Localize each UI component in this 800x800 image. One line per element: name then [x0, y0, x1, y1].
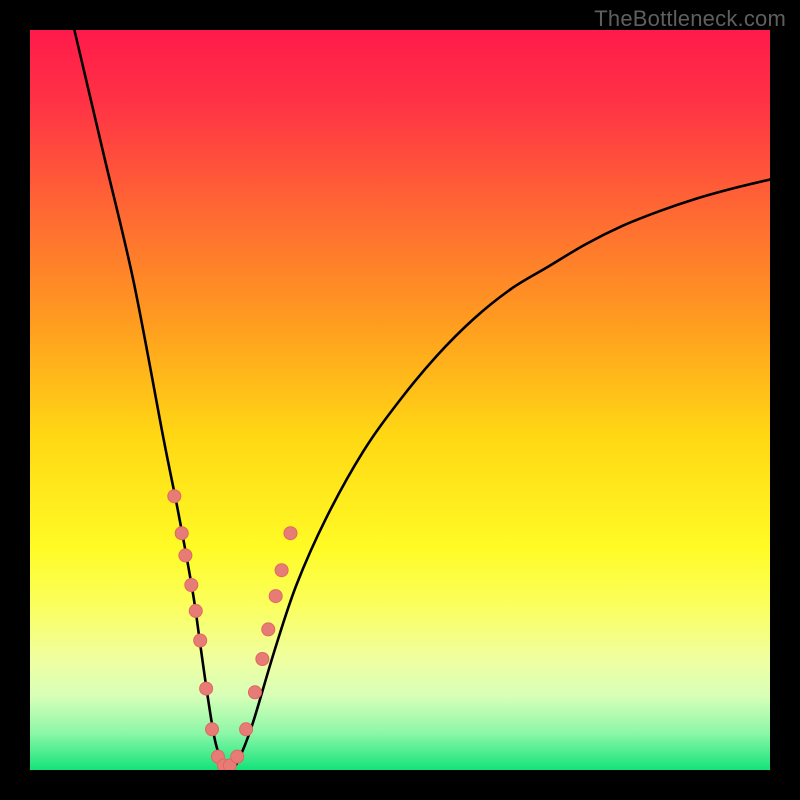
marker-point [179, 549, 192, 562]
marker-point [206, 723, 219, 736]
marker-point [231, 750, 244, 763]
marker-point [194, 634, 207, 647]
chart-frame: TheBottleneck.com [0, 0, 800, 800]
marker-point [284, 527, 297, 540]
marker-point [185, 579, 198, 592]
marker-point [240, 723, 253, 736]
marker-point [248, 686, 261, 699]
marker-point [262, 623, 275, 636]
watermark-text: TheBottleneck.com [594, 6, 786, 32]
marker-point [168, 490, 181, 503]
curve-layer [30, 30, 770, 770]
marker-point [200, 682, 213, 695]
highlighted-points [168, 490, 297, 770]
plot-area [30, 30, 770, 770]
marker-point [175, 527, 188, 540]
marker-point [189, 604, 202, 617]
marker-point [256, 653, 269, 666]
marker-point [269, 590, 282, 603]
bottleneck-curve [74, 30, 770, 770]
marker-point [275, 564, 288, 577]
